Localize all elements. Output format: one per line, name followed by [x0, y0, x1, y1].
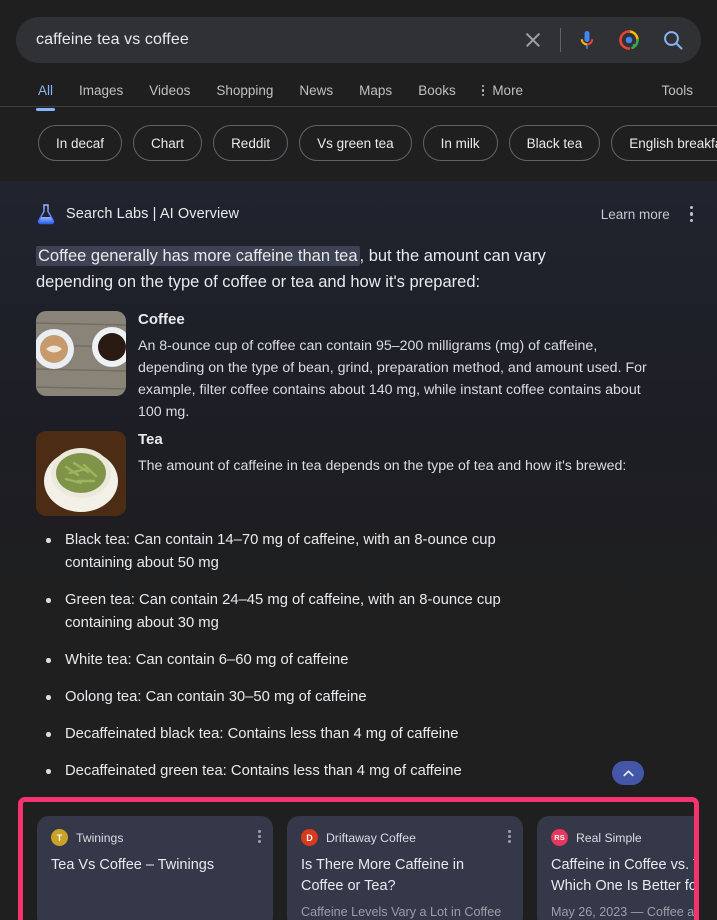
flask-icon	[36, 203, 56, 225]
favicon-icon: T	[51, 829, 68, 846]
list-item: White tea: Can contain 6–60 mg of caffei…	[36, 649, 556, 672]
card-source-name: Twinings	[76, 830, 124, 845]
overflow-menu-icon[interactable]	[689, 206, 693, 222]
tea-body: Tea The amount of caffeine in tea depend…	[138, 431, 693, 516]
chip-reddit[interactable]: Reddit	[213, 125, 289, 161]
card-source: RS Real Simple	[551, 829, 694, 846]
search-submit-icon[interactable]	[661, 28, 685, 52]
favicon-icon: RS	[551, 829, 568, 846]
tea-thumbnail[interactable]	[36, 431, 126, 516]
more-label: More	[492, 83, 524, 98]
divider	[560, 28, 561, 52]
collapse-button[interactable]	[612, 761, 644, 785]
chip-vs-green-tea[interactable]: Vs green tea	[299, 125, 412, 161]
list-item: Green tea: Can contain 24–45 mg of caffe…	[36, 589, 556, 635]
chip-english-breakfast[interactable]: English breakfast	[611, 125, 717, 161]
card-overflow-icon[interactable]	[508, 830, 511, 843]
chip-black-tea[interactable]: Black tea	[508, 125, 601, 161]
tea-bullet-list: Black tea: Can contain 14–70 mg of caffe…	[36, 529, 693, 783]
tea-heading: Tea	[138, 431, 163, 448]
source-cards: T Twinings Tea Vs Coffee – Twinings D Dr…	[37, 816, 694, 920]
ai-overview-panel: Search Labs | AI Overview Learn more Cof…	[0, 181, 717, 785]
tab-maps[interactable]: Maps	[359, 83, 392, 110]
search-input[interactable]	[36, 31, 520, 49]
card-title: Caffeine in Coffee vs. Tea: Which One Is…	[551, 857, 697, 894]
list-item: Oolong tea: Can contain 30–50 mg of caff…	[36, 686, 556, 709]
coffee-paragraph: An 8-ounce cup of coffee can contain 95–…	[138, 338, 647, 420]
tab-images[interactable]: Images	[79, 83, 123, 110]
coffee-thumbnail[interactable]	[36, 311, 126, 396]
card-title: Is There More Caffeine in Coffee or Tea?	[301, 857, 465, 894]
source-card-twinings[interactable]: T Twinings Tea Vs Coffee – Twinings	[37, 816, 273, 920]
tab-books[interactable]: Books	[418, 83, 456, 110]
card-snippet: Caffeine Levels Vary a Lot in Coffee and…	[301, 905, 502, 919]
card-source: D Driftaway Coffee	[301, 829, 509, 846]
google-lens-icon[interactable]	[617, 28, 641, 52]
tab-all[interactable]: All	[35, 83, 56, 111]
kebab-icon	[481, 84, 485, 97]
chip-in-decaf[interactable]: In decaf	[38, 125, 123, 161]
list-item: Decaffeinated green tea: Contains less t…	[36, 760, 556, 783]
microphone-icon[interactable]	[575, 27, 599, 53]
chip-in-milk[interactable]: In milk	[422, 125, 498, 161]
card-overflow-icon[interactable]	[258, 830, 261, 843]
tab-videos[interactable]: Videos	[149, 83, 190, 110]
card-source: T Twinings	[51, 829, 259, 846]
ai-overview-badge: Search Labs | AI Overview	[66, 206, 240, 222]
coffee-body: Coffee An 8-ounce cup of coffee can cont…	[138, 311, 693, 423]
chevron-up-icon	[622, 769, 634, 776]
list-item: Decaffeinated black tea: Contains less t…	[36, 723, 556, 746]
card-source-name: Real Simple	[576, 830, 642, 845]
search-tabs: All Images Videos Shopping News Maps Boo…	[0, 63, 717, 111]
clear-icon[interactable]	[520, 27, 546, 53]
tea-paragraph: The amount of caffeine in tea depends on…	[138, 458, 627, 474]
tab-news[interactable]: News	[299, 83, 333, 110]
tab-shopping[interactable]: Shopping	[216, 83, 273, 110]
tools-button[interactable]: Tools	[661, 83, 693, 98]
list-item: Black tea: Can contain 14–70 mg of caffe…	[36, 529, 556, 575]
ai-overview-lede: Coffee generally has more caffeine than …	[36, 243, 626, 295]
lede-highlight: Coffee generally has more caffeine than …	[36, 246, 360, 266]
section-tea: Tea The amount of caffeine in tea depend…	[36, 431, 693, 516]
card-title: Tea Vs Coffee – Twinings	[51, 857, 215, 873]
card-source-name: Driftaway Coffee	[326, 830, 416, 845]
more-tabs-button[interactable]: More	[481, 83, 524, 110]
search-bar[interactable]	[16, 17, 701, 63]
ai-overview-header: Search Labs | AI Overview Learn more	[36, 203, 693, 225]
coffee-heading: Coffee	[138, 311, 185, 328]
section-coffee: Coffee An 8-ounce cup of coffee can cont…	[36, 311, 693, 423]
favicon-icon: D	[301, 829, 318, 846]
learn-more-link[interactable]: Learn more	[601, 207, 670, 222]
source-card-driftaway-coffee[interactable]: D Driftaway Coffee Is There More Caffein…	[287, 816, 523, 920]
source-card-real-simple[interactable]: RS Real Simple Caffeine in Coffee vs. Te…	[537, 816, 697, 920]
chip-chart[interactable]: Chart	[133, 125, 203, 161]
source-cards-highlight: T Twinings Tea Vs Coffee – Twinings D Dr…	[18, 797, 699, 920]
search-bar-container	[0, 0, 717, 63]
filter-chips: In decaf Chart Reddit Vs green tea In mi…	[0, 107, 717, 181]
ai-overview-actions: Learn more	[601, 206, 693, 222]
card-snippet: May 26, 2023 — Coffee and tea both conta…	[551, 905, 695, 919]
